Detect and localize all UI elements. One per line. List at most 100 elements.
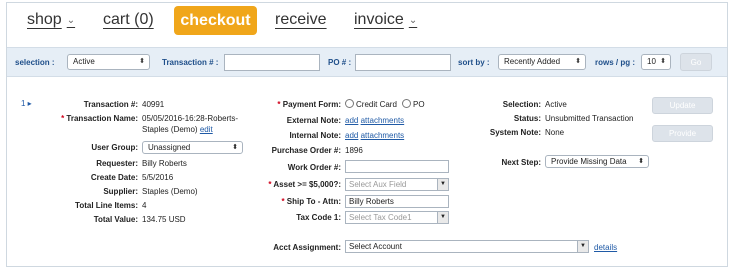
select-arrows-icon: ⬍ xyxy=(232,144,238,151)
selection-label: Selection: xyxy=(502,100,541,109)
transaction-search-label: Transaction # : xyxy=(162,58,219,67)
po-search-input[interactable] xyxy=(355,54,451,71)
payment-form-label: * Payment Form: xyxy=(277,100,341,109)
dropdown-arrow-icon: ▼ xyxy=(437,179,448,190)
acct-assignment-select[interactable]: Select Account ▼ xyxy=(345,240,589,253)
purchase-order-label: Purchase Order #: xyxy=(271,146,341,155)
ship-to-input[interactable]: Billy Roberts xyxy=(345,195,449,208)
nav-checkout[interactable]: checkout xyxy=(174,6,257,35)
chevron-down-icon: ⌄ xyxy=(66,14,76,26)
select-arrows-icon: ⬍ xyxy=(638,158,644,165)
sort-by-label: sort by : xyxy=(458,58,490,67)
dropdown-arrow-icon: ▼ xyxy=(577,241,588,252)
tax-code-label: Tax Code 1: xyxy=(296,213,341,222)
payment-credit-label: Credit Card xyxy=(356,100,397,109)
requester-label: Requester: xyxy=(96,159,138,168)
system-note-value: None xyxy=(545,128,565,137)
work-order-label: Work Order #: xyxy=(287,163,341,172)
create-date-value: 5/5/2016 xyxy=(142,173,174,182)
provide-button[interactable]: Provide xyxy=(652,125,713,142)
requester-value: Billy Roberts xyxy=(142,159,187,168)
nav-shop[interactable]: shop ⌄ xyxy=(27,11,75,29)
transaction-name-label-text: Transaction Name: xyxy=(66,114,138,123)
nav-invoice-label: invoice xyxy=(354,11,404,28)
nav-shop-label: shop xyxy=(27,11,62,28)
user-group-value: Unassigned xyxy=(148,143,191,152)
ship-to-label-text: Ship To - Attn: xyxy=(286,197,341,206)
nav-cart-label: cart (0) xyxy=(103,11,154,28)
status-label: Status: xyxy=(513,114,541,123)
payment-po-option[interactable]: PO xyxy=(402,99,425,109)
bottom-divider xyxy=(7,266,727,267)
tax-code-select[interactable]: Select Tax Code1 ▼ xyxy=(345,211,449,224)
internal-note-attachments-link[interactable]: attachments xyxy=(361,131,405,140)
external-note-label: External Note: xyxy=(286,116,341,125)
asset-placeholder: Select Aux Field xyxy=(349,180,407,189)
next-step-select[interactable]: Provide Missing Data ⬍ xyxy=(545,155,649,168)
go-button-label: Go xyxy=(690,57,702,67)
selection-filter-value: Active xyxy=(73,57,95,66)
transaction-search-input[interactable] xyxy=(224,54,320,71)
nav-cart[interactable]: cart (0) xyxy=(103,11,154,29)
acct-assignment-label: Acct Assignment: xyxy=(273,243,341,252)
update-button[interactable]: Update xyxy=(652,97,713,114)
total-value-label: Total Value: xyxy=(93,215,138,224)
system-note-label: System Note: xyxy=(489,128,541,137)
checkout-panel: shop ⌄ cart (0) checkout receive invoice… xyxy=(6,2,728,267)
nav-invoice[interactable]: invoice ⌄ xyxy=(354,11,417,29)
supplier-label: Supplier: xyxy=(103,187,138,196)
radio-icon[interactable] xyxy=(345,99,354,108)
ship-to-value: Billy Roberts xyxy=(349,197,394,206)
acct-details-link[interactable]: details xyxy=(594,243,617,252)
total-line-items-value: 4 xyxy=(142,201,147,210)
work-order-input[interactable] xyxy=(345,160,449,173)
go-button[interactable]: Go xyxy=(680,53,712,71)
select-arrows-icon: ⬍ xyxy=(139,58,145,65)
nav-receive-label: receive xyxy=(275,11,327,28)
update-button-label: Update xyxy=(669,101,696,110)
total-line-items-label: Total Line Items: xyxy=(75,201,138,210)
selection-filter-select[interactable]: Active ⬍ xyxy=(67,54,150,70)
provide-button-label: Provide xyxy=(668,129,697,138)
rows-per-page-select[interactable]: 10 ⬍ xyxy=(641,54,671,70)
select-arrows-icon: ⬍ xyxy=(660,58,666,65)
internal-note-add-link[interactable]: add xyxy=(345,131,358,140)
asset-select[interactable]: Select Aux Field ▼ xyxy=(345,178,449,191)
next-step-value: Provide Missing Data xyxy=(551,157,627,166)
external-note-add-link[interactable]: add xyxy=(345,116,358,125)
user-group-label: User Group: xyxy=(91,143,138,152)
payment-credit-option[interactable]: Credit Card xyxy=(345,99,397,109)
purchase-order-value: 1896 xyxy=(345,146,363,155)
selection-value: Active xyxy=(545,100,567,109)
payment-form-label-text: Payment Form: xyxy=(282,100,341,109)
tax-code-placeholder: Select Tax Code1 xyxy=(349,213,412,222)
transaction-name-line2-text: Staples (Demo) xyxy=(142,125,198,134)
internal-note-links: add attachments xyxy=(345,131,404,140)
selection-filter-label: selection : xyxy=(15,58,55,67)
edit-name-link[interactable]: edit xyxy=(200,125,213,134)
sort-by-select[interactable]: Recently Added ⬍ xyxy=(498,54,586,70)
asset-label: * Asset >= $5,000?: xyxy=(268,180,341,189)
row-expand-toggle[interactable]: 1 ▸ xyxy=(21,99,32,108)
asset-label-text: Asset >= $5,000?: xyxy=(273,180,341,189)
external-note-attachments-link[interactable]: attachments xyxy=(361,116,405,125)
create-date-label: Create Date: xyxy=(90,173,138,182)
radio-icon[interactable] xyxy=(402,99,411,108)
user-group-select[interactable]: Unassigned ⬍ xyxy=(142,141,243,154)
transaction-number-label: Transaction #: xyxy=(83,100,138,109)
nav-receive[interactable]: receive xyxy=(275,11,327,29)
chevron-down-icon: ⌄ xyxy=(408,14,418,26)
supplier-value: Staples (Demo) xyxy=(142,187,198,196)
external-note-links: add attachments xyxy=(345,116,404,125)
filter-bar: selection : Active ⬍ Transaction # : PO … xyxy=(7,47,727,77)
next-step-label: Next Step: xyxy=(501,158,541,167)
payment-po-label: PO xyxy=(413,100,425,109)
total-value-value: 134.75 USD xyxy=(142,215,186,224)
dropdown-arrow-icon: ▼ xyxy=(437,212,448,223)
nav-checkout-label: checkout xyxy=(180,11,251,29)
transaction-name-line1: 05/05/2016-16:28-Roberts- xyxy=(142,114,239,123)
acct-assignment-value: Select Account xyxy=(349,242,402,251)
status-value: Unsubmitted Transaction xyxy=(545,114,634,123)
po-search-label: PO # : xyxy=(328,58,352,67)
ship-to-label: * Ship To - Attn: xyxy=(281,197,341,206)
